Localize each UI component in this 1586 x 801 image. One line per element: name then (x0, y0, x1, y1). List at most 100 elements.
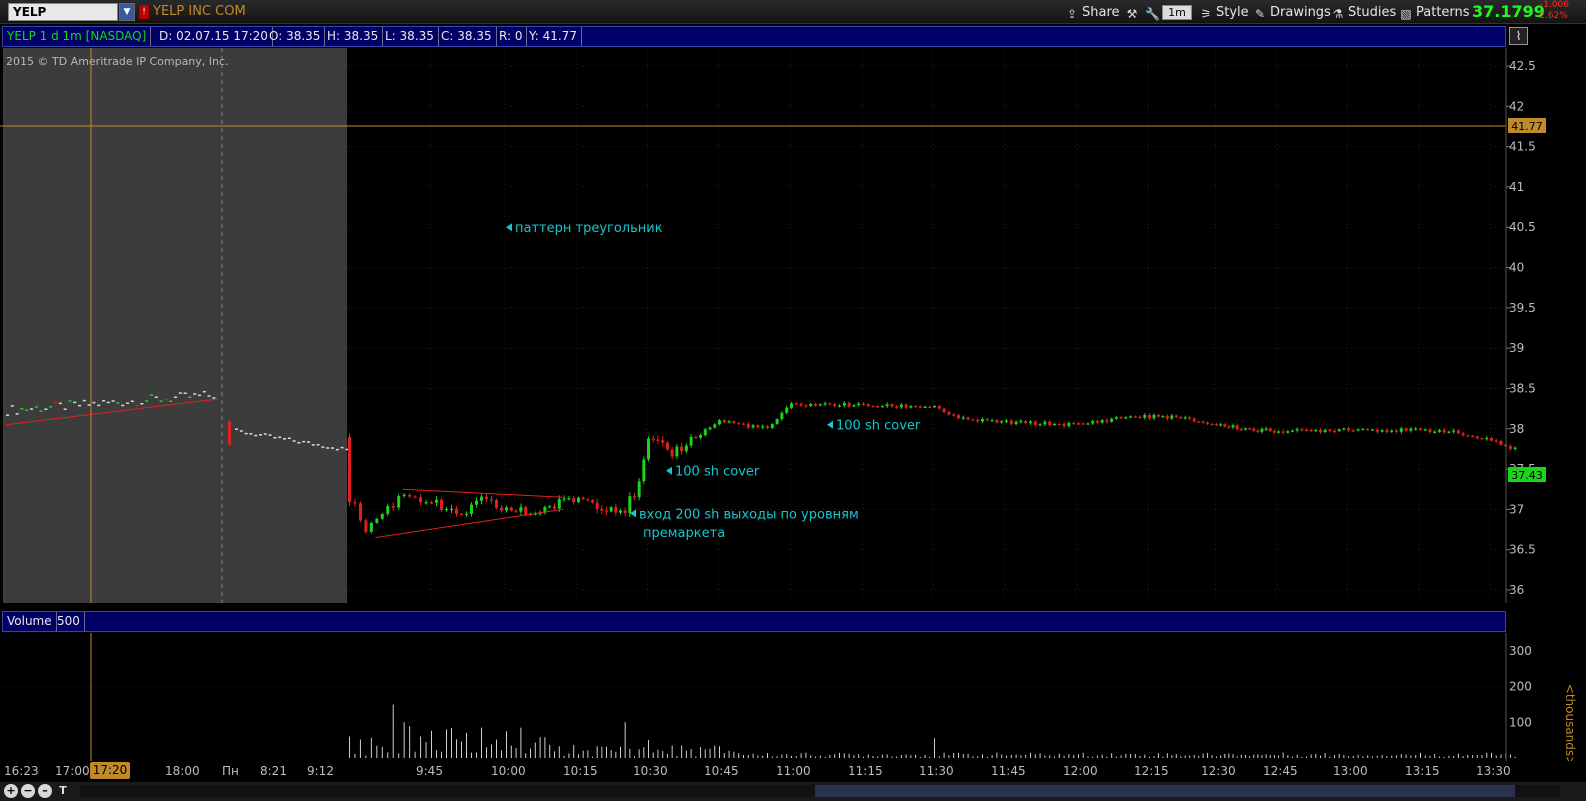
candle (751, 425, 755, 428)
candle (794, 403, 798, 405)
candle (866, 404, 870, 407)
patterns-button[interactable]: ▧ Patterns (1394, 2, 1475, 22)
annotation-text[interactable]: 100 sh cover (675, 465, 760, 480)
candle (828, 403, 832, 405)
share-button[interactable]: ⇪ Share (1060, 2, 1125, 22)
settings-button[interactable]: ⚒ (1120, 2, 1138, 22)
candle (145, 400, 149, 402)
chart-style-icon[interactable]: ⌇ (1509, 27, 1528, 45)
candle (135, 404, 139, 407)
copyright-watermark: 2015 © TD Ameritrade IP Company, Inc. (6, 55, 229, 68)
candle (742, 423, 745, 425)
candle (799, 403, 803, 406)
timeframe-badge[interactable]: 1m (1162, 5, 1192, 20)
zoom-reset-icon[interactable]: – (38, 784, 52, 798)
candle (814, 403, 817, 406)
annotation-text[interactable]: паттерн треугольник (515, 221, 663, 236)
candle (1447, 431, 1451, 433)
candle (244, 432, 248, 435)
volume-tick-label: 200 (1509, 680, 1532, 694)
volume-label[interactable]: Volume (3, 612, 57, 631)
chart-info-bar: YELP 1 d 1m [NASDAQ] D: 02.07.15 17:20 O… (2, 26, 1506, 47)
candle (500, 507, 503, 511)
candle (445, 508, 448, 511)
candle (375, 518, 379, 523)
candle (1409, 428, 1413, 431)
alert-flag-icon[interactable]: ! (139, 5, 149, 19)
wrench-button[interactable]: 🔧 (1140, 2, 1160, 22)
candle (297, 442, 301, 444)
candle (1395, 430, 1398, 432)
candle (1291, 430, 1294, 432)
volume-chart[interactable]: 300 200 100 <thousands> (0, 633, 1586, 761)
top-toolbar: YELP ▼ ! YELP INC COM ⇪ Share ⚒ 🔧 1m ⚞ Sty… (0, 0, 1586, 24)
zoom-in-icon[interactable]: + (4, 784, 18, 798)
candle (647, 438, 650, 460)
text-tool-icon[interactable]: T (56, 784, 70, 798)
price-change: -1.006 (1540, 0, 1570, 10)
bottom-scrollbar: + − – T (0, 782, 1586, 801)
candle (1053, 423, 1056, 426)
candle (703, 429, 707, 436)
candle (727, 421, 731, 423)
candle (722, 420, 726, 423)
candle (1100, 420, 1104, 423)
candle (770, 424, 774, 428)
candle (1133, 416, 1137, 418)
candle (1333, 430, 1336, 433)
annotation-text[interactable]: премаркета (643, 526, 725, 541)
zoom-out-icon[interactable]: − (21, 784, 35, 798)
time-label: 10:30 (633, 764, 668, 778)
candle (283, 438, 286, 440)
candle (140, 403, 144, 405)
studies-button[interactable]: ⚗ Studies (1326, 2, 1401, 22)
candle (369, 522, 373, 532)
candle (628, 496, 632, 514)
time-label: 16:23 (4, 764, 39, 778)
candle (1114, 417, 1118, 419)
annotation-text[interactable]: 100 sh cover (836, 419, 921, 434)
candle (268, 434, 272, 436)
candle (460, 513, 463, 516)
chart-title[interactable]: YELP 1 d 1m [NASDAQ] (3, 27, 152, 46)
price-axis[interactable]: 42.54241.54140.54039.53938.53837.53736.5… (1506, 59, 1536, 597)
candle (1356, 429, 1360, 431)
candle (952, 414, 956, 416)
annotation-text[interactable]: вход 200 sh выходы по уровням (639, 507, 859, 522)
volume-value: 500 (53, 612, 85, 631)
candle (364, 520, 368, 532)
candle (981, 419, 984, 422)
candle (633, 496, 636, 498)
price-tick-label: 39.5 (1509, 301, 1536, 315)
candle (1513, 447, 1517, 449)
price-chart[interactable]: 2015 © TD Ameritrade IP Company, Inc. па… (0, 48, 1586, 610)
candle (885, 404, 889, 407)
candle (1452, 430, 1456, 432)
candle (82, 399, 86, 402)
candle (990, 420, 994, 422)
candle (1033, 421, 1037, 425)
candle (1179, 417, 1183, 419)
volume-tick-label: 300 (1509, 644, 1532, 658)
candle (637, 481, 641, 498)
candle (63, 408, 67, 410)
time-label: 12:30 (1201, 764, 1236, 778)
candle (899, 404, 903, 408)
symbol-input[interactable]: YELP (8, 3, 118, 21)
scroll-thumb[interactable] (815, 785, 1515, 797)
candle (1165, 416, 1169, 419)
candle (1414, 428, 1418, 430)
candle (1380, 430, 1384, 432)
style-button[interactable]: ⚞ Style (1194, 2, 1254, 22)
candle (1260, 428, 1264, 432)
symbol-dropdown-icon[interactable]: ▼ (119, 3, 135, 21)
candle (1077, 423, 1080, 425)
drawings-button[interactable]: ✎ Drawings (1248, 2, 1336, 22)
price-tick-label: 40.5 (1509, 220, 1536, 234)
candle (661, 440, 665, 443)
candle (775, 419, 779, 425)
candle (1508, 446, 1512, 449)
candle (183, 392, 187, 395)
candle (1067, 422, 1071, 427)
time-axis[interactable]: 16:23 17:00 18:00 Пн 8:21 9:12 9:45 10:00 10:15 1… (0, 761, 1586, 781)
